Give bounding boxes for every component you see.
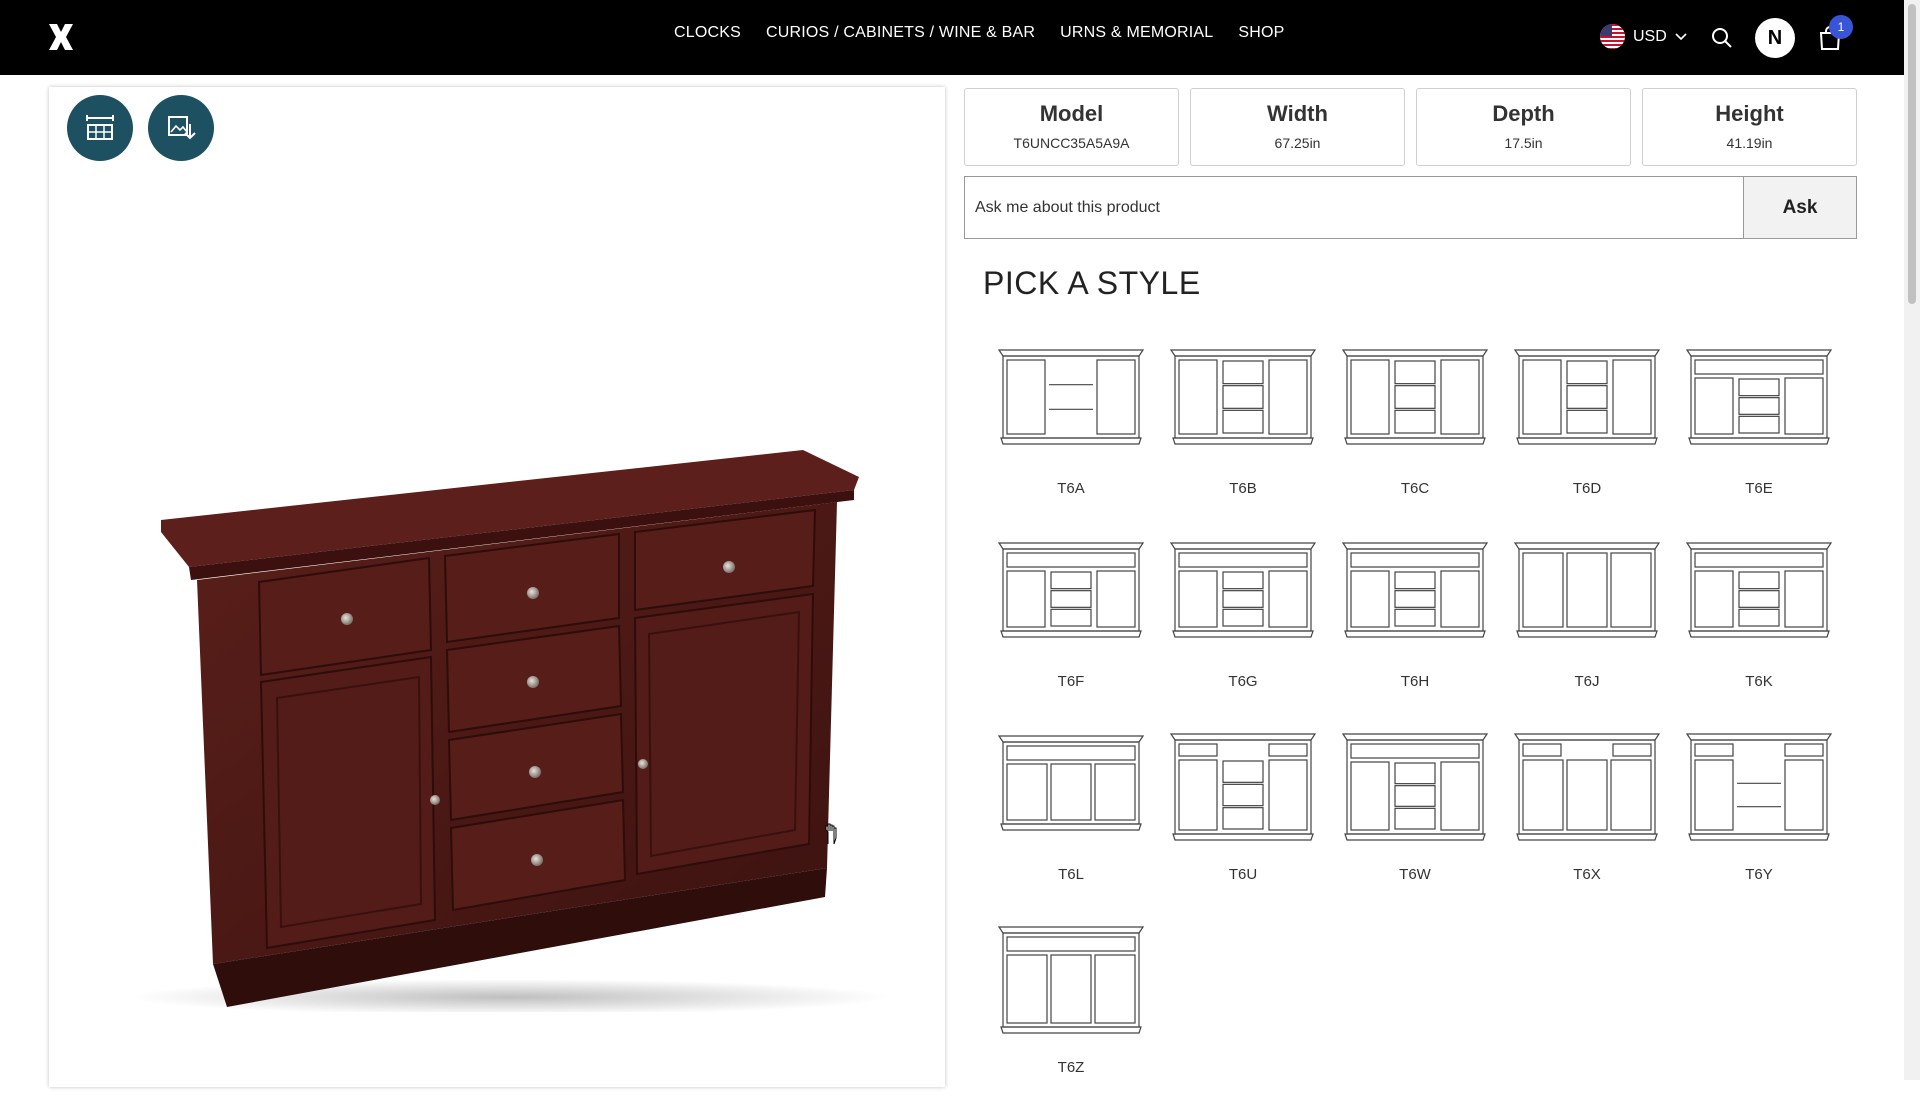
- spec-label: Model: [1039, 101, 1104, 126]
- spec-height: Height 41.19in: [1642, 88, 1857, 166]
- style-option-t6z[interactable]: T6Z: [985, 919, 1157, 1112]
- cabinet-sketch-icon: [997, 735, 1145, 831]
- spec-value: 67.25in: [1274, 135, 1321, 151]
- top-navbar: CLOCKS CURIOS / CABINETS / WINE & BAR UR…: [0, 0, 1904, 75]
- image-download-icon: [168, 116, 196, 140]
- style-label: T6F: [1057, 673, 1085, 690]
- ask-product-input[interactable]: [964, 176, 1744, 239]
- style-label: T6J: [1574, 673, 1600, 690]
- currency-label: USD: [1633, 27, 1667, 45]
- cabinet-sketch-icon: [1685, 733, 1833, 841]
- style-option-t6f[interactable]: T6F: [985, 533, 1157, 726]
- mouse-pointer-icon: [825, 823, 837, 845]
- style-label: T6A: [1057, 480, 1085, 497]
- style-label: T6L: [1058, 866, 1084, 883]
- download-image-button[interactable]: [148, 95, 214, 161]
- style-option-t6y[interactable]: T6Y: [1673, 726, 1845, 919]
- cabinet-sketch-icon: [1341, 349, 1489, 445]
- spec-model: Model T6UNCC35A5A9A: [964, 88, 1179, 166]
- spec-depth: Depth 17.5in: [1416, 88, 1631, 166]
- user-avatar[interactable]: N: [1755, 18, 1795, 58]
- style-label: T6D: [1572, 480, 1602, 497]
- cabinet-sketch-icon: [1341, 542, 1489, 638]
- spec-value: T6UNCC35A5A9A: [1013, 135, 1130, 151]
- style-label: T6C: [1400, 480, 1430, 497]
- cabinet-sketch-icon: [1513, 349, 1661, 445]
- style-label: T6Z: [1057, 1059, 1085, 1076]
- spec-width: Width 67.25in: [1190, 88, 1405, 166]
- style-label: T6X: [1573, 866, 1601, 883]
- pick-style-heading: PICK A STYLE: [983, 265, 1201, 301]
- cabinet-sketch-icon: [997, 542, 1145, 638]
- cabinet-sketch-icon: [1341, 733, 1489, 841]
- measure-icon: [86, 115, 114, 140]
- style-option-t6g[interactable]: T6G: [1157, 533, 1329, 726]
- style-option-t6w[interactable]: T6W: [1329, 726, 1501, 919]
- style-label: T6K: [1745, 673, 1773, 690]
- product-3d-render[interactable]: [109, 352, 909, 1012]
- measure-button[interactable]: [67, 95, 133, 161]
- spec-label: Width: [1267, 101, 1328, 126]
- cabinet-sketch-icon: [1169, 733, 1317, 841]
- style-option-t6k[interactable]: T6K: [1673, 533, 1845, 726]
- style-option-t6d[interactable]: T6D: [1501, 340, 1673, 533]
- cabinet-sketch-icon: [1169, 349, 1317, 445]
- chevron-down-icon: [1675, 32, 1687, 40]
- style-option-t6e[interactable]: T6E: [1673, 340, 1845, 533]
- style-option-t6h[interactable]: T6H: [1329, 533, 1501, 726]
- spec-value: 41.19in: [1726, 135, 1773, 151]
- style-label: T6Y: [1745, 866, 1773, 883]
- nav-link-curios-cabinets[interactable]: CURIOS / CABINETS / WINE & BAR: [766, 24, 1035, 42]
- nav-link-shop[interactable]: SHOP: [1238, 24, 1284, 42]
- style-label: T6W: [1399, 866, 1431, 883]
- style-label: T6H: [1400, 673, 1430, 690]
- cart-count-badge: 1: [1829, 15, 1853, 39]
- nav-link-clocks[interactable]: CLOCKS: [674, 24, 741, 42]
- search-icon[interactable]: [1710, 26, 1734, 50]
- cabinet-sketch-icon: [1685, 542, 1833, 638]
- cabinet-sketch-icon: [997, 926, 1145, 1034]
- spec-label: Height: [1715, 101, 1784, 126]
- style-option-t6x[interactable]: T6X: [1501, 726, 1673, 919]
- currency-selector[interactable]: USD: [1600, 24, 1687, 49]
- style-option-t6a[interactable]: T6A: [985, 340, 1157, 533]
- cabinet-sketch-icon: [997, 349, 1145, 445]
- brand-logo-icon[interactable]: [46, 22, 76, 52]
- style-grid: T6A T6B T6C T6D T6E T6F T6G T6H T6J T6K T6L T6U T6W T…: [985, 340, 1865, 1112]
- style-option-t6l[interactable]: T6L: [985, 726, 1157, 919]
- cabinet-sketch-icon: [1513, 733, 1661, 841]
- nav-link-urns-memorial[interactable]: URNS & MEMORIAL: [1060, 24, 1213, 42]
- style-option-t6b[interactable]: T6B: [1157, 340, 1329, 533]
- cabinet-sketch-icon: [1513, 542, 1661, 638]
- style-label: T6U: [1228, 866, 1258, 883]
- spec-label: Depth: [1492, 101, 1555, 126]
- style-option-t6j[interactable]: T6J: [1501, 533, 1673, 726]
- product-viewer[interactable]: [49, 87, 945, 1087]
- style-label: T6B: [1229, 480, 1257, 497]
- style-option-t6c[interactable]: T6C: [1329, 340, 1501, 533]
- scrollbar-thumb[interactable]: [1908, 4, 1916, 304]
- main-nav: CLOCKS CURIOS / CABINETS / WINE & BAR UR…: [674, 24, 1285, 42]
- style-option-t6u[interactable]: T6U: [1157, 726, 1329, 919]
- style-label: T6G: [1228, 673, 1258, 690]
- us-flag-icon: [1600, 24, 1625, 49]
- cabinet-sketch-icon: [1169, 542, 1317, 638]
- style-label: T6E: [1745, 480, 1773, 497]
- ask-button[interactable]: Ask: [1743, 176, 1857, 239]
- spec-value: 17.5in: [1504, 135, 1543, 151]
- cabinet-sketch-icon: [1685, 349, 1833, 445]
